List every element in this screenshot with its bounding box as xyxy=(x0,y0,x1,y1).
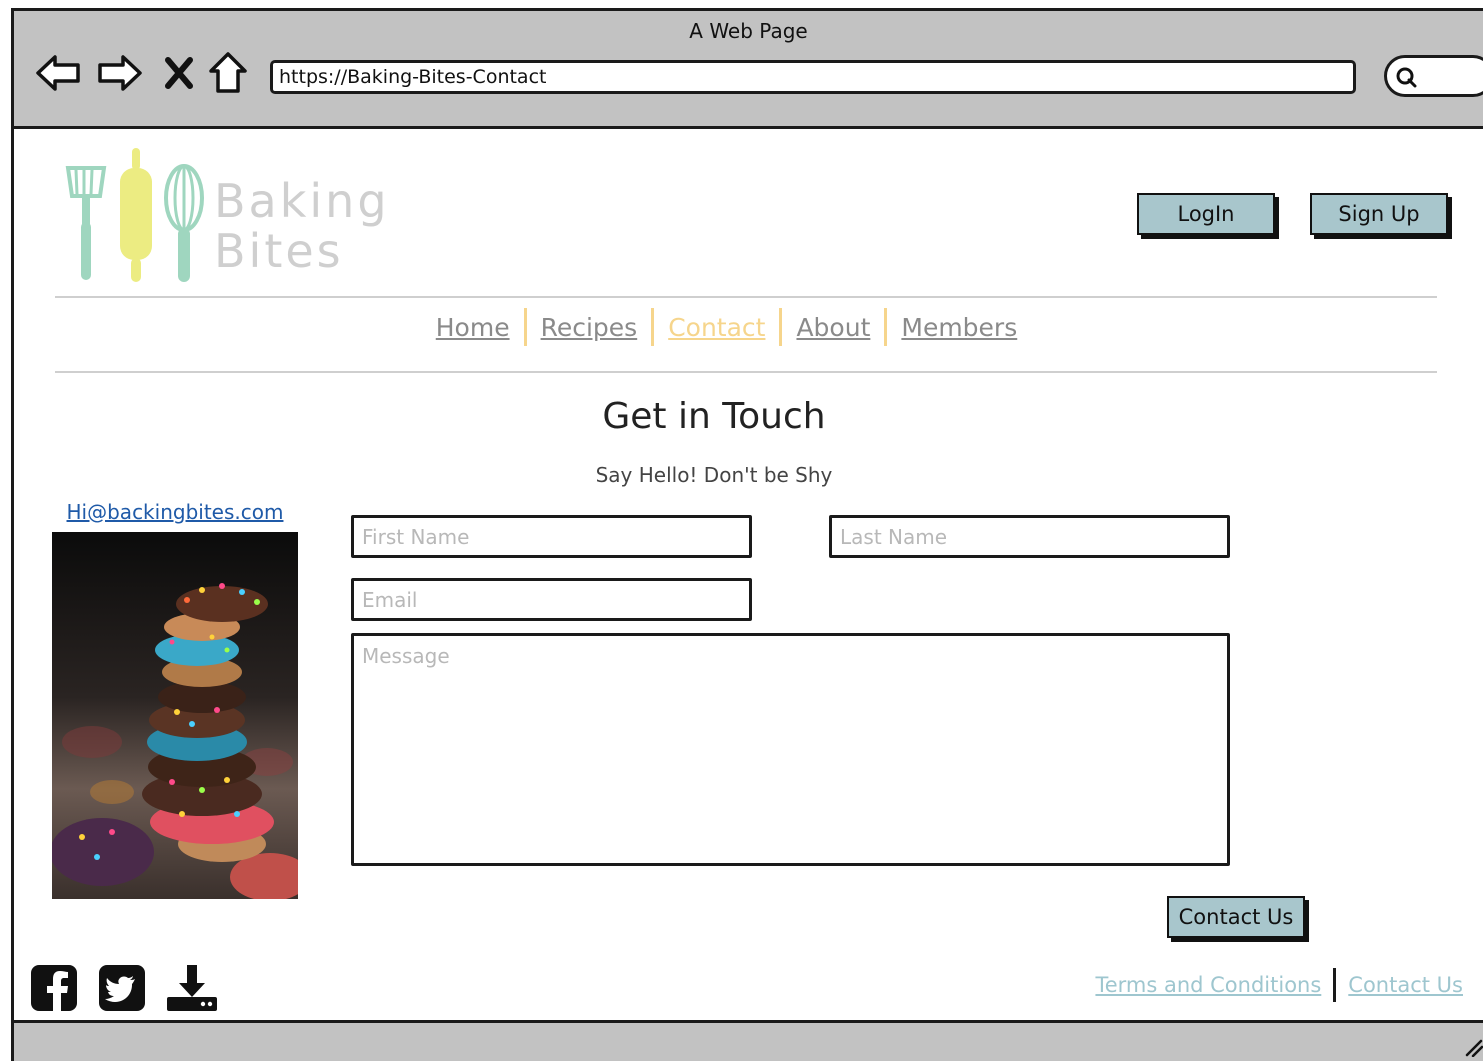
browser-toolbar: A Web Page https://Baking-Bites-Contact xyxy=(14,11,1483,129)
footer-contact-link[interactable]: Contact Us xyxy=(1336,973,1475,997)
close-icon xyxy=(165,57,193,89)
site-logo[interactable]: Baking Bites xyxy=(62,144,402,286)
contact-us-button[interactable]: Contact Us xyxy=(1167,896,1305,938)
page-subtitle: Say Hello! Don't be Shy xyxy=(595,463,833,487)
nav-contact[interactable]: Contact xyxy=(654,313,779,342)
facebook-link[interactable] xyxy=(30,962,78,1014)
resize-grip-icon[interactable] xyxy=(1463,1035,1483,1057)
terms-link[interactable]: Terms and Conditions xyxy=(1083,973,1333,997)
home-icon xyxy=(209,52,247,93)
nav-members[interactable]: Members xyxy=(887,313,1031,342)
nav-about[interactable]: About xyxy=(782,313,884,342)
logo-text-bites: Bites xyxy=(214,224,344,278)
donut-stack-photo xyxy=(52,532,298,899)
nav-home[interactable]: Home xyxy=(422,313,524,342)
last-name-input[interactable] xyxy=(829,515,1230,558)
search-icon xyxy=(1396,67,1417,88)
back-arrow-icon xyxy=(36,55,80,91)
logo-text-baking: Baking xyxy=(214,174,390,228)
main-nav: Home Recipes Contact About Members xyxy=(0,308,1483,346)
download-link[interactable] xyxy=(164,962,220,1014)
message-textarea[interactable] xyxy=(351,633,1230,866)
address-bar[interactable]: https://Baking-Bites-Contact xyxy=(270,60,1356,94)
browser-statusbar xyxy=(14,1020,1483,1061)
contact-email-link[interactable]: Hi@backingbites.com xyxy=(52,500,298,524)
signup-button[interactable]: Sign Up xyxy=(1310,193,1448,235)
stop-button[interactable] xyxy=(158,49,200,97)
first-name-input[interactable] xyxy=(351,515,752,558)
twitter-link[interactable] xyxy=(98,962,146,1014)
footer-links: Terms and Conditions Contact Us xyxy=(1083,968,1475,1002)
twitter-icon xyxy=(99,965,145,1011)
browser-search-box[interactable] xyxy=(1384,55,1483,97)
donut-stack-image xyxy=(52,532,298,899)
forward-arrow-icon xyxy=(98,55,142,91)
email-input[interactable] xyxy=(351,578,752,621)
download-icon xyxy=(167,965,217,1011)
window-title: A Web Page xyxy=(689,19,808,43)
page-title: Get in Touch xyxy=(602,396,826,437)
nav-recipes[interactable]: Recipes xyxy=(527,313,652,342)
nav-divider xyxy=(55,371,1437,373)
baking-utensils-icon xyxy=(65,148,204,282)
forward-button[interactable] xyxy=(96,49,144,97)
header-divider xyxy=(55,296,1437,298)
home-button[interactable] xyxy=(206,49,250,97)
facebook-icon xyxy=(31,965,77,1011)
login-button[interactable]: LogIn xyxy=(1137,193,1275,235)
back-button[interactable] xyxy=(34,49,82,97)
